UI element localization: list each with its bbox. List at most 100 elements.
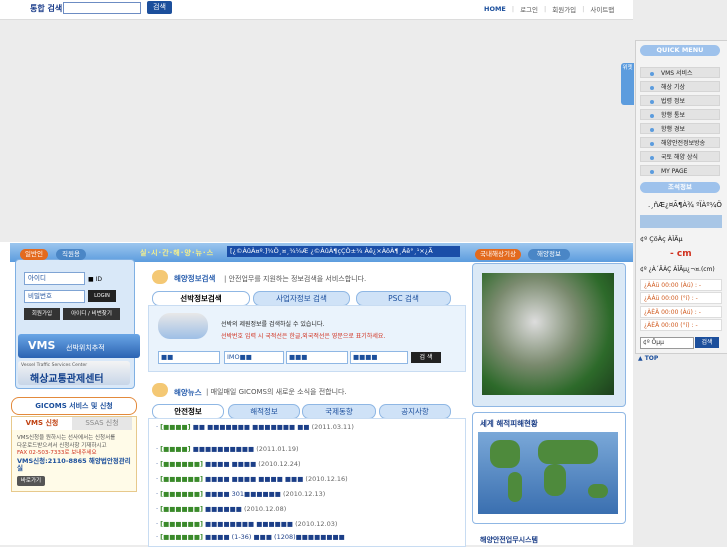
tab-general-user[interactable]: 일반인 bbox=[20, 249, 48, 260]
ship-number-field[interactable]: ■■■■ bbox=[350, 351, 408, 364]
news-date: (2010.12.16) bbox=[305, 475, 348, 483]
ship-search-title: 해양정보검색 bbox=[174, 274, 216, 283]
search-label: 통합 검색 bbox=[30, 4, 63, 13]
qm-law-info[interactable]: 법령 정보 bbox=[640, 95, 720, 106]
login-button[interactable]: LOGIN bbox=[88, 290, 116, 302]
news-headline[interactable]: ■■■■■■ bbox=[205, 505, 242, 513]
tide-row: ¿ÀÈÄ 00:00 (°í) : - bbox=[640, 319, 722, 331]
tide-row: ¿ÀÀü 00:00 (°í) : - bbox=[640, 292, 722, 304]
tide-label: ¢º ¿À´ÃÀÇ ÀÎÃµ¿¬¤.(cm) bbox=[640, 266, 715, 273]
tide-search-button[interactable]: 검색 bbox=[695, 337, 719, 348]
news-date: (2010.12.08) bbox=[243, 505, 287, 513]
news-item[interactable]: · [■■■■] ■■ ■■■■■■■ ■■■■■■■ ■■ (2011.03.… bbox=[156, 423, 354, 431]
ship-name-field[interactable]: ■■ bbox=[158, 351, 220, 364]
news-category: [■■■■■■] bbox=[160, 520, 203, 528]
scroll-top-button[interactable]: ▲ TOP bbox=[638, 355, 658, 362]
id-input[interactable]: 아이디 bbox=[24, 272, 85, 285]
news-item[interactable]: · [■■■■■■] ■■■■ (1-36) ■■■ (1208)■■■■■■■… bbox=[156, 533, 345, 541]
news-headline[interactable]: ■■■■■■■■ ■■■■■■ bbox=[205, 520, 293, 528]
nav-separator: | bbox=[511, 5, 515, 13]
sitemap-link[interactable]: 사이트맵 bbox=[590, 4, 614, 14]
gicoms-text-line: 다운로드받으셔서 신청사항 기재하시고 bbox=[17, 442, 107, 449]
tab-intl-trends[interactable]: 국제동향 bbox=[302, 404, 376, 419]
widget-tab[interactable]: 위젯 bbox=[621, 63, 634, 105]
satellite-image[interactable] bbox=[482, 273, 614, 395]
signup-link[interactable]: 회원가입 bbox=[552, 4, 576, 14]
call-sign-field[interactable]: ■■■ bbox=[286, 351, 348, 364]
tab-ship-info[interactable]: 선박정보검색 bbox=[152, 291, 250, 306]
continent-eurasia bbox=[538, 440, 598, 464]
safety-system-title: 해양안전업무시스템 bbox=[480, 536, 538, 544]
tab-ocean-info[interactable]: 해양정보 bbox=[528, 249, 570, 260]
qm-vms-service[interactable]: VMS 서비스 bbox=[640, 67, 720, 78]
search-button[interactable]: 검색 bbox=[147, 1, 172, 14]
qm-maritime-knowledge[interactable]: 국토 해양 상식 bbox=[640, 151, 720, 162]
top-label: TOP bbox=[644, 355, 659, 362]
gicoms-tel: VMS신청:2110-8865 해양법안정관리실 bbox=[17, 456, 131, 472]
tide-value: - cm bbox=[670, 249, 692, 259]
news-item[interactable]: · [■■■■■■] ■■■■ 301■■■■■■ (2010.12.13) bbox=[156, 490, 325, 498]
tide-date: .¸ñÆ¿¤Ã¶À¾ ºÏÀº¼Ö bbox=[648, 201, 722, 209]
qm-marine-weather[interactable]: 해상 기상 bbox=[640, 81, 720, 92]
news-item[interactable]: · [■■■■■■] ■■■■■■ (2010.12.08) bbox=[156, 505, 286, 513]
news-item[interactable]: · [■■■■] ■■■■■■■■■■ (2011.01.19) bbox=[156, 445, 299, 453]
tab-domestic-weather[interactable]: 국내해상기상 bbox=[475, 249, 521, 260]
password-input[interactable]: 비밀번호 bbox=[24, 290, 85, 303]
news-ticker[interactable]: [¿©ÀûÀ¤º.]¾Ö¸¤¸¾¼Æ ¿©ÀûÀ¶çÇÒ±¾ Àê¿×ÀöÀ¶¸… bbox=[227, 246, 460, 257]
signup-button[interactable]: 회원가입 bbox=[24, 308, 60, 320]
news-item[interactable]: · [■■■■■■] ■■■■ ■■■■ ■■■■ ■■■ (2010.12.1… bbox=[156, 475, 348, 483]
piracy-map-title: 세계 해적피해현황 bbox=[480, 419, 538, 428]
news-headline[interactable]: ■■■■ 301■■■■■■ bbox=[205, 490, 281, 498]
tab-piracy-info[interactable]: 해적정보 bbox=[228, 404, 300, 419]
tab-notice[interactable]: 공지사항 bbox=[379, 404, 451, 419]
news-category: [■■■■■■] bbox=[160, 533, 203, 541]
gicoms-shortcut-button[interactable]: 바로가기 bbox=[17, 476, 45, 486]
news-category: [■■■■■■] bbox=[160, 490, 203, 498]
tab-safety-info[interactable]: 안전정보 bbox=[152, 404, 224, 419]
news-slogan: 실·시·간·해·양·뉴·스 bbox=[140, 249, 215, 257]
tab-vms-apply[interactable]: VMS 신청 bbox=[12, 417, 72, 430]
qm-safety-broadcast[interactable]: 해양안전정보방송 bbox=[640, 137, 720, 148]
tide-row: ¿ÀÈÄ 00:00 (Àú) : - bbox=[640, 306, 722, 318]
news-headline[interactable]: ■■■■ ■■■■ ■■■■ ■■■ bbox=[205, 475, 303, 483]
news-headline[interactable]: ■■■■ (1-36) ■■■ (1208)■■■■■■■■ bbox=[205, 533, 345, 541]
news-headline[interactable]: ■■■■■■■■■■ bbox=[193, 445, 254, 453]
tab-business-info[interactable]: 사업자정보 검색 bbox=[253, 291, 350, 306]
save-id-checkbox[interactable]: ■ ID bbox=[88, 276, 102, 283]
home-link[interactable]: HOME bbox=[484, 5, 506, 13]
tide-bar bbox=[640, 215, 722, 228]
news-headline[interactable]: ■■ ■■■■■■■ ■■■■■■■ ■■ bbox=[193, 423, 310, 431]
news-category: [■■■■■■] bbox=[160, 505, 203, 513]
news-category: [■■■■■■] bbox=[160, 475, 203, 483]
ship-search-note: 선박번호 입력 시 국적선은 한글,외국적선은 영문으로 표기하세요. bbox=[221, 333, 386, 340]
tab-staff[interactable]: 직원용 bbox=[56, 249, 86, 260]
news-item[interactable]: · [■■■■■■] ■■■■ ■■■■ (2010.12.24) bbox=[156, 460, 301, 468]
ship-search-desc: | 안전업무를 지원하는 정보검색을 서비스합니다. bbox=[224, 275, 367, 283]
tab-psc[interactable]: PSC 검색 bbox=[356, 291, 451, 306]
gicoms-heading: GICOMS 서비스 및 신청 bbox=[11, 397, 137, 415]
news-category: [■■■■■■] bbox=[160, 460, 203, 468]
login-link[interactable]: 로그인 bbox=[520, 4, 538, 14]
blank-area bbox=[0, 20, 633, 242]
qm-nav-notice[interactable]: 항행 통보 bbox=[640, 109, 720, 120]
continent-africa bbox=[544, 464, 566, 496]
world-map-image[interactable] bbox=[478, 432, 618, 514]
qm-my-page[interactable]: MY PAGE bbox=[640, 165, 720, 176]
news-category: [■■■■] bbox=[160, 423, 191, 431]
news-headline[interactable]: ■■■■ ■■■■ bbox=[205, 460, 256, 468]
nav-separator: | bbox=[582, 5, 585, 13]
tab-ssas-apply[interactable]: SSAS 신청 bbox=[72, 417, 132, 430]
continent-americas bbox=[490, 440, 520, 468]
ship-search-button[interactable]: 검 색 bbox=[411, 352, 441, 363]
qm-nav-warning[interactable]: 항행 경보 bbox=[640, 123, 720, 134]
news-item[interactable]: · [■■■■■■] ■■■■■■■■ ■■■■■■ (2010.12.03) bbox=[156, 520, 337, 528]
find-id-button[interactable]: 아이디 / 비번찾기 bbox=[63, 308, 120, 320]
tide-select[interactable]: ¢º Ôµµ bbox=[640, 337, 694, 349]
nav-separator: | bbox=[544, 5, 547, 13]
imo-field[interactable]: IMO■■ bbox=[224, 351, 284, 364]
news-date: (2010.12.24) bbox=[258, 460, 301, 468]
tide-location: ¢º ÇöÀç ÀÎÃµ bbox=[640, 235, 683, 243]
gicoms-text: VMS신청을 원하시는 선사에서는 신청서를 다운로드받으셔서 신청사항 기재하… bbox=[17, 435, 132, 473]
search-input[interactable] bbox=[63, 2, 141, 14]
continent-south-america bbox=[508, 472, 522, 502]
